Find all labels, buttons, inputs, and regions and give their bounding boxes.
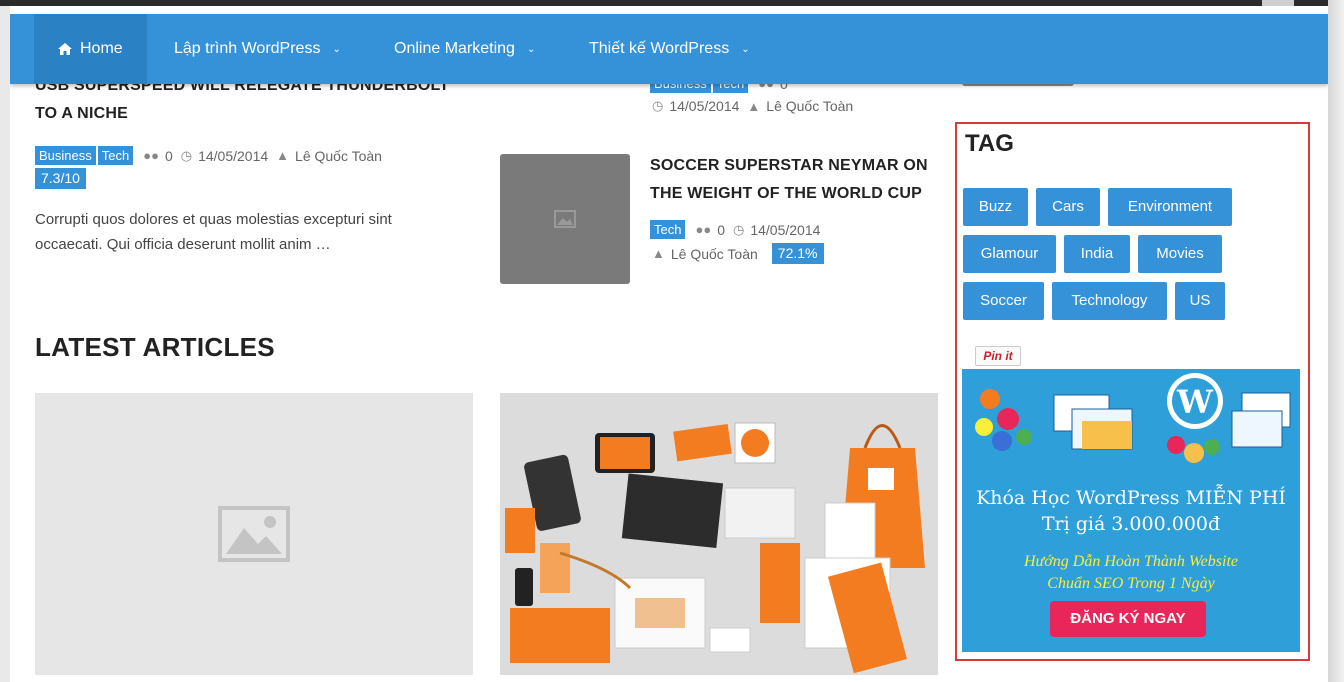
home-icon	[58, 43, 72, 55]
page-shadow	[1328, 0, 1344, 682]
chevron-down-icon: ⌄	[332, 43, 341, 55]
category-tag[interactable]: Tech	[97, 146, 134, 165]
image-placeholder-icon	[218, 506, 290, 562]
article-image-placeholder[interactable]	[35, 393, 473, 675]
tag-widget: TAG Buzz Cars Environment Glamour India …	[955, 122, 1310, 661]
nav-item-lap-trinh-wordpress[interactable]: Lập trình WordPress ⌄	[150, 14, 365, 84]
svg-text:W: W	[1176, 383, 1214, 421]
ad-subtitle-line: Chuẩn SEO Trong 1 Ngày	[1047, 575, 1215, 592]
clock-icon: ◷	[180, 147, 193, 163]
branding-mockup-image	[500, 393, 938, 675]
article-meta: Business Tech ●● 0 ◷ 14/05/2014 ▲ Lê Quốc T…	[35, 146, 382, 165]
nav-label: Home	[80, 40, 123, 57]
review-score-badge: 72.1%	[771, 243, 824, 264]
clock-icon: ◷	[652, 98, 664, 113]
tag-buzz[interactable]: Buzz	[963, 188, 1028, 226]
article-meta: Tech ●● 0 ◷ 14/05/2014	[650, 220, 820, 239]
tag-india[interactable]: India	[1064, 235, 1130, 273]
clock-icon: ◷	[732, 221, 745, 237]
nav-item-thiet-ke-wordpress[interactable]: Thiết kế WordPress ⌄	[565, 14, 774, 84]
chevron-down-icon: ⌄	[526, 43, 536, 55]
comments-icon: ●●	[695, 222, 712, 237]
tag-soccer[interactable]: Soccer	[963, 282, 1044, 320]
tag-technology[interactable]: Technology	[1052, 282, 1167, 320]
review-score-badge: 7.3/10	[35, 168, 86, 189]
tag-glamour[interactable]: Glamour	[963, 235, 1056, 273]
ad-subtitle-line: Hướng Dẫn Hoàn Thành Website	[1023, 553, 1238, 570]
nav-label: Online Marketing	[394, 40, 515, 57]
user-icon: ▲	[747, 98, 761, 114]
user-icon: ▲	[652, 246, 665, 261]
register-now-button[interactable]: ĐĂNG KÝ NGAY	[1050, 601, 1206, 637]
wordpress-course-ad[interactable]: W Khóa Học WordPress MIỄN PHÍ Trị giá 3.…	[962, 369, 1300, 652]
nav-label: Lập trình WordPress	[174, 40, 321, 57]
main-nav: Home Lập trình WordPress ⌄ Online Market…	[10, 14, 1328, 84]
ad-title-line: Khóa Học WordPress MIỄN PHÍ	[976, 487, 1286, 509]
pinit-button[interactable]: Pin it	[975, 346, 1021, 366]
tag-movies[interactable]: Movies	[1138, 235, 1222, 273]
tag-widget-title: TAG	[965, 130, 1014, 157]
tag-environment[interactable]: Environment	[1108, 188, 1232, 226]
comments-icon: ●●	[143, 148, 159, 163]
article-meta-date: ◷ 14/05/2014 ▲ Lê Quốc Toàn	[652, 98, 854, 114]
user-icon: ▲	[276, 148, 290, 163]
page: Home Lập trình WordPress ⌄ Online Market…	[10, 6, 1328, 682]
article-excerpt: Corrupti quos dolores et quas molestias …	[35, 211, 392, 253]
article-score: 7.3/10	[35, 168, 86, 189]
tag-cars[interactable]: Cars	[1036, 188, 1100, 226]
section-title: LATEST ARTICLES	[35, 332, 275, 362]
nav-item-home[interactable]: Home	[34, 14, 147, 84]
image-placeholder-icon	[554, 210, 576, 228]
ad-title-line: Trị giá 3.000.000đ	[1041, 513, 1221, 535]
category-tag[interactable]: Tech	[650, 220, 686, 239]
chevron-down-icon: ⌄	[741, 43, 750, 55]
nav-item-online-marketing[interactable]: Online Marketing ⌄	[370, 14, 559, 84]
tag-us[interactable]: US	[1175, 282, 1225, 320]
article-image-branding[interactable]	[500, 393, 938, 675]
ad-illustration: W	[975, 373, 1291, 463]
article-meta-author: ▲ Lê Quốc Toàn 72.1%	[644, 243, 824, 264]
nav-label: Thiết kế WordPress	[589, 40, 730, 57]
article-thumbnail[interactable]	[500, 154, 630, 284]
article-title[interactable]: SOCCER SUPERSTAR NEYMAR ON THE WEIGHT OF…	[650, 152, 928, 208]
category-tag[interactable]: Business	[35, 146, 96, 165]
